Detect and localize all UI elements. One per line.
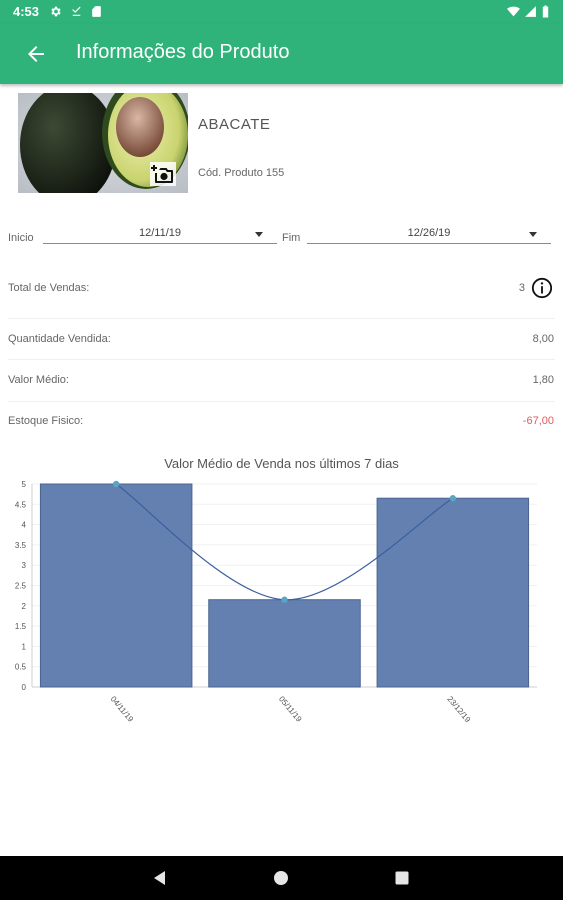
y-tick-label: 3.5 bbox=[15, 541, 27, 550]
divider bbox=[8, 318, 555, 319]
divider bbox=[8, 401, 555, 402]
battery-icon bbox=[542, 5, 549, 18]
end-date-dropdown[interactable]: 12/26/19 bbox=[307, 224, 551, 244]
start-date-value: 12/11/19 bbox=[138, 227, 181, 239]
y-tick-label: 3 bbox=[22, 561, 27, 570]
chart-title: Valor Médio de Venda nos últimos 7 dias bbox=[164, 456, 399, 471]
status-time: 4:53 bbox=[13, 4, 40, 19]
divider bbox=[8, 359, 555, 360]
physical-stock-label: Estoque Fisico: bbox=[8, 415, 84, 427]
total-sales-value: 3 bbox=[518, 282, 525, 294]
y-tick-label: 4 bbox=[22, 521, 27, 530]
end-date-label: Fim bbox=[282, 232, 301, 244]
end-date-value: 12/26/19 bbox=[407, 227, 451, 239]
recents-square-icon[interactable] bbox=[393, 869, 411, 887]
quantity-sold-label: Quantidade Vendida: bbox=[8, 333, 111, 345]
dropdown-arrow-icon bbox=[255, 232, 263, 237]
y-tick-label: 5 bbox=[22, 480, 27, 489]
download-done-icon bbox=[72, 6, 81, 16]
signal-icon bbox=[525, 6, 536, 17]
average-value-label: Valor Médio: bbox=[8, 374, 69, 386]
chart-bar bbox=[39, 483, 193, 688]
data-point bbox=[112, 480, 120, 488]
sd-card-icon bbox=[92, 6, 101, 17]
y-tick-label: 4.5 bbox=[15, 500, 27, 509]
y-tick-label: 0.5 bbox=[15, 663, 27, 672]
add-photo-icon[interactable] bbox=[150, 162, 176, 186]
wifi-icon bbox=[507, 6, 520, 17]
data-point bbox=[281, 596, 288, 603]
gear-icon bbox=[51, 6, 61, 17]
y-tick-label: 1 bbox=[22, 642, 27, 651]
sales-chart: 0 0.5 1 1.5 2 2.5 3 3.5 4 4.5 5 04/11/19 05/11/19 23/… bbox=[15, 480, 537, 725]
data-point bbox=[449, 495, 457, 502]
dropdown-arrow-icon bbox=[529, 232, 537, 237]
navigation-bar bbox=[0, 856, 563, 900]
info-icon[interactable] bbox=[531, 277, 553, 299]
chart-bar bbox=[208, 599, 361, 688]
y-tick-label: 0 bbox=[22, 683, 27, 692]
page-title: Informações do Produto bbox=[76, 41, 290, 63]
average-value-value: 1,80 bbox=[532, 374, 554, 386]
quantity-sold-value: 8,00 bbox=[532, 333, 554, 345]
y-tick-label: 1.5 bbox=[15, 622, 27, 631]
home-circle-icon[interactable] bbox=[272, 869, 290, 887]
product-name: ABACATE bbox=[198, 116, 271, 133]
status-bar: 4:53 bbox=[0, 0, 563, 24]
x-tick-label: 23/12/19 bbox=[445, 695, 472, 725]
app-bar: Informações do Produto bbox=[0, 24, 563, 84]
y-tick-label: 2.5 bbox=[15, 582, 27, 591]
physical-stock-value: -67,00 bbox=[522, 415, 554, 427]
y-tick-label: 2 bbox=[22, 602, 27, 611]
x-tick-label: 05/11/19 bbox=[277, 695, 304, 725]
product-code: Cód. Produto 155 bbox=[198, 167, 285, 179]
arrow-back-icon[interactable] bbox=[24, 42, 48, 66]
back-triangle-icon[interactable] bbox=[151, 869, 169, 887]
start-date-label: Inicio bbox=[8, 232, 34, 244]
x-tick-label: 04/11/19 bbox=[109, 695, 136, 725]
start-date-dropdown[interactable]: 12/11/19 bbox=[43, 224, 277, 244]
chart-bar bbox=[376, 497, 530, 688]
total-sales-label: Total de Vendas: bbox=[8, 282, 90, 294]
